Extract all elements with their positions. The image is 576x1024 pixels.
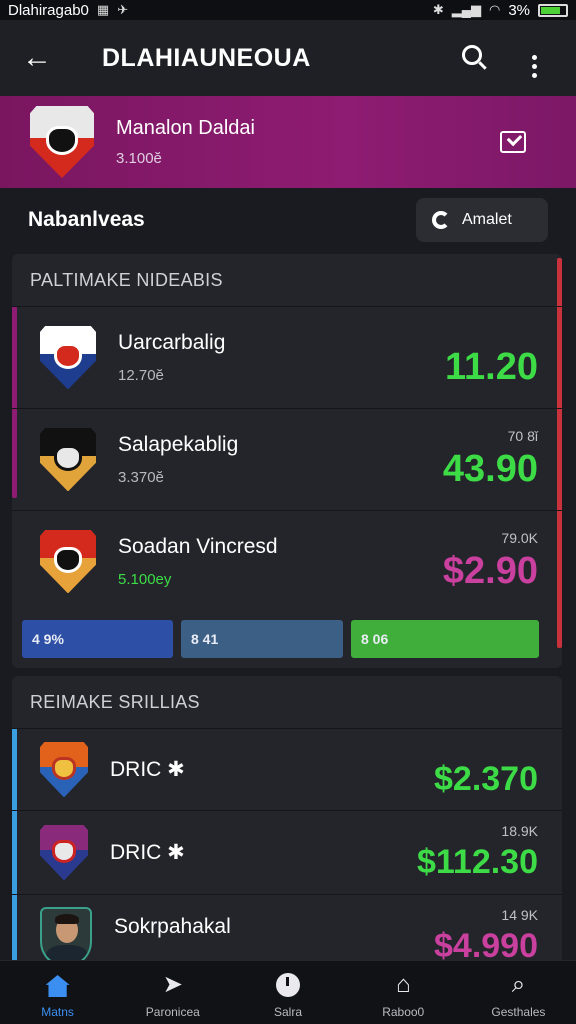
nav-label: Salra [274,1005,303,1019]
team-crest-icon [40,529,96,594]
player-avatar [40,907,92,965]
team-crest-icon [40,427,96,492]
stat-label: 8 06 [361,631,389,647]
stat-bar[interactable]: 8 06 [351,620,539,658]
list-item[interactable]: Sokrpahakal 14 9K $4.990 [12,894,562,966]
row-value: 11.20 [445,346,538,388]
row-meta: 70 8ǐ [507,428,538,444]
row-meta: 18.9K [501,823,538,839]
stat-label: 4 9% [32,631,64,647]
search-button[interactable] [452,44,492,72]
card-heading: REIMAKE SRILLIAS [30,691,200,712]
signal-icon: ▂▄▆ [451,2,481,17]
profile-name: Manalon Daldai [116,117,255,139]
nav-label: Paronicea [145,1005,200,1019]
notification-icon: ✈ [117,2,129,17]
row-name: Soadan Vincresd [118,535,278,558]
row-meta: 14 9K [501,907,538,923]
status-bar: Dlahiragab0 ▦ ✈ ✱ ▂▄▆ ◠ 3% [0,0,576,20]
bag-icon: ⌂ [395,971,411,998]
team-crest-icon [40,325,96,390]
nav-item-clock[interactable]: Salra [230,961,345,1024]
row-name: Uarcarbalig [118,331,226,354]
team-crest-icon [30,106,94,178]
chip-label: Amalet [462,211,512,228]
more-menu-button[interactable] [514,39,554,78]
row-value: $2.90 [442,550,538,592]
status-app-label: Dlahiragab0 [8,1,89,19]
card-heading: PALTIMAKE NIDEABIS [30,269,223,290]
row-subtitle: 3.370ĕ [118,469,164,486]
nav-item-bag[interactable]: ⌂ Raboo0 [346,961,461,1024]
row-meta [445,326,538,342]
row-subtitle: 5.100ey [118,571,172,588]
refresh-icon [432,211,450,229]
list-item[interactable]: DRIC ✱ $2.370 [12,728,562,810]
nav-item-play[interactable]: ➤ Paronicea [115,961,230,1024]
stat-bar[interactable]: 4 9% [22,620,173,658]
players-card: REIMAKE SRILLIAS DRIC ✱ $2.370 DRIC ✱ 18… [12,676,562,966]
row-value: 43.90 [442,448,538,490]
matches-card: PALTIMAKE NIDEABIS Uarcarbalig 12.70ĕ 11… [12,254,562,668]
nav-label: Matns [41,1005,74,1019]
row-name: DRIC ✱ [110,758,185,781]
row-name: DRIC ✱ [110,841,185,864]
row-meta [434,740,538,756]
play-icon: ➤ [162,971,183,998]
nav-item-search[interactable]: ⌕ Gesthales [461,961,576,1024]
filter-chip-button[interactable]: Amalet [416,198,548,242]
list-item[interactable]: DRIC ✱ 18.9K $112.30 [12,810,562,894]
nav-label: Raboo0 [382,1005,425,1019]
profile-subtitle: 3.100ĕ [116,150,162,167]
search-icon: ⌕ [511,971,526,998]
app-bar: ← DLAHIAUNEOUA [0,20,576,96]
stat-bar[interactable]: 8 41 [181,620,343,658]
stat-bars: 4 9% 8 41 8 06 [12,612,562,658]
list-item[interactable]: Soadan Vincresd 5.100ey 79.0K $2.90 [12,510,562,612]
home-icon [45,975,70,997]
clock-icon [276,973,300,997]
list-item[interactable]: Salapekablig 3.370ĕ 70 8ǐ 43.90 [12,408,562,510]
more-vert-icon [531,54,537,78]
section-title: Nabanlveas [28,208,145,231]
bluetooth-icon: ✱ [432,2,444,17]
team-crest-icon [40,741,88,798]
row-meta: 79.0K [501,530,538,546]
check-square-icon[interactable] [500,131,526,153]
row-subtitle: 12.70ĕ [118,367,164,384]
battery-percent: 3% [508,1,530,19]
page-title: DLAHIAUNEOUA [102,43,311,72]
row-value: $2.370 [434,760,538,798]
wifi-icon: ◠ [488,2,501,17]
section-header: Nabanlveas Amalet [0,188,576,252]
gallery-icon: ▦ [96,2,110,17]
row-name: Salapekablig [118,433,239,456]
search-icon [462,45,482,65]
profile-banner[interactable]: Manalon Daldai 3.100ĕ [0,96,576,188]
list-item[interactable]: Uarcarbalig 12.70ĕ 11.20 [12,306,562,408]
nav-item-home[interactable]: Matns [0,961,115,1024]
bottom-nav: Matns ➤ Paronicea Salra ⌂ Raboo0 ⌕ Gesth… [0,960,576,1024]
arrow-left-icon[interactable]: ← [22,41,58,75]
nav-label: Gesthales [491,1005,546,1019]
team-crest-icon [40,824,88,881]
row-value: $112.30 [416,843,538,881]
row-name: Sokrpahakal [114,915,231,938]
battery-icon [538,3,568,17]
stat-label: 8 41 [191,631,219,647]
